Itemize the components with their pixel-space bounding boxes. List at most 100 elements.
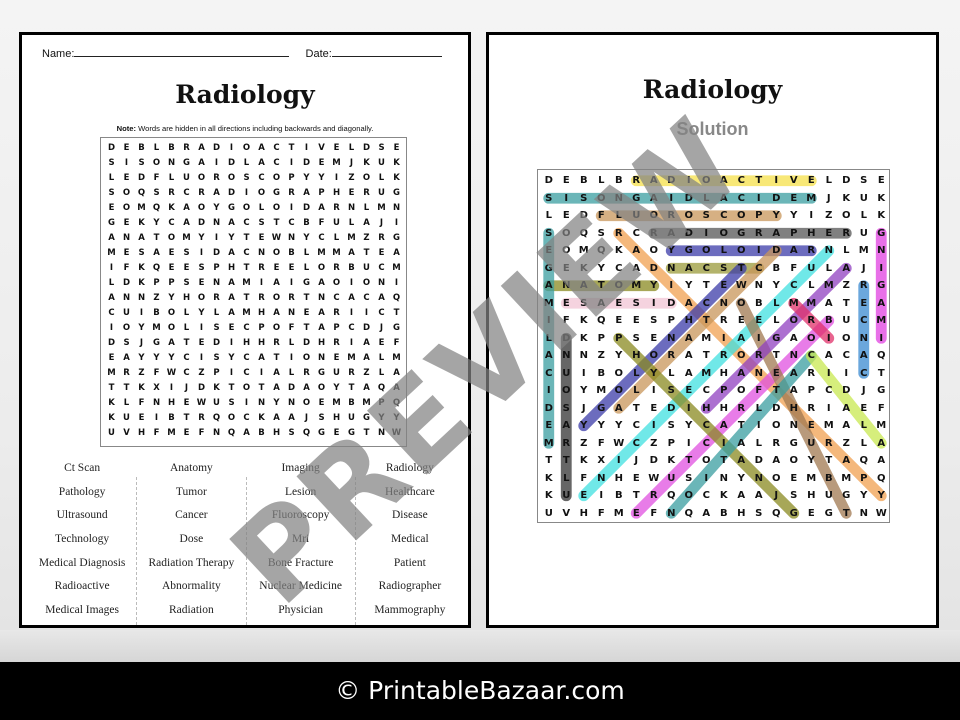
- grid-letter: C: [632, 437, 640, 449]
- grid-letter: J: [774, 490, 779, 501]
- grid-letter: C: [333, 293, 340, 303]
- grid-letter: Y: [198, 308, 205, 318]
- grid-letter: N: [347, 203, 356, 213]
- grid-letter: U: [108, 428, 115, 438]
- grid-letter: Z: [138, 368, 145, 378]
- grid-letter: T: [737, 420, 745, 431]
- grid-letter: G: [877, 280, 886, 291]
- grid-letter: E: [650, 332, 658, 344]
- grid-letter: O: [701, 245, 711, 256]
- grid-letter: O: [122, 188, 131, 198]
- grid-letter: Q: [152, 203, 161, 213]
- grid-letter: O: [272, 173, 281, 183]
- grid-letter: L: [168, 173, 175, 183]
- grid-letter: A: [228, 278, 235, 288]
- word-item: Ct Scan: [64, 462, 101, 474]
- grid-letter: A: [719, 175, 728, 186]
- grid-letter: O: [197, 173, 206, 183]
- grid-letter: M: [317, 248, 326, 258]
- grid-letter: C: [363, 293, 370, 303]
- grid-letter: I: [826, 367, 831, 379]
- grid-letter: A: [859, 350, 868, 361]
- grid-letter: T: [825, 455, 833, 466]
- grid-letter: Y: [597, 262, 605, 274]
- word-item: Medical Diagnosis: [38, 556, 126, 569]
- grid-letter: E: [228, 323, 235, 333]
- grid-letter: Y: [860, 490, 868, 501]
- grid-letter: U: [348, 413, 355, 423]
- grid-letter: R: [333, 308, 340, 318]
- grid-letter: V: [562, 507, 571, 519]
- grid-letter: N: [562, 350, 571, 361]
- grid-letter: A: [183, 218, 190, 228]
- grid-letter: F: [318, 218, 325, 228]
- grid-letter: L: [668, 367, 675, 379]
- grid-letter: A: [198, 143, 205, 153]
- grid-letter: A: [258, 143, 265, 153]
- grid-letter: C: [243, 413, 250, 423]
- grid-letter: G: [824, 507, 833, 519]
- word-item: Bone Fracture: [267, 556, 334, 569]
- grid-letter: Z: [580, 437, 588, 449]
- grid-letter: E: [168, 248, 175, 258]
- grid-letter: A: [123, 353, 130, 363]
- grid-letter: H: [242, 338, 251, 348]
- grid-letter: A: [877, 437, 886, 449]
- grid-letter: Q: [377, 383, 386, 393]
- worksheet-page: Name: Date: Radiology Note: Words are hi…: [19, 32, 471, 628]
- grid-letter: R: [824, 437, 833, 449]
- grid-letter: Y: [138, 353, 145, 363]
- grid-letter: E: [333, 428, 340, 438]
- grid-letter: I: [394, 278, 399, 288]
- grid-letter: R: [258, 263, 265, 273]
- grid-letter: U: [632, 210, 641, 221]
- grid-letter: S: [632, 297, 640, 309]
- grid-letter: F: [580, 472, 588, 484]
- grid-letter: S: [123, 338, 130, 348]
- grid-letter: N: [317, 353, 326, 363]
- grid-letter: Y: [877, 490, 885, 501]
- grid-letter: A: [228, 293, 235, 303]
- grid-letter: A: [772, 455, 781, 466]
- grid-letter: O: [272, 293, 281, 303]
- grid-letter: E: [123, 173, 130, 183]
- grid-letter: L: [825, 262, 832, 274]
- grid-letter: A: [877, 455, 886, 466]
- grid-letter: A: [393, 383, 400, 393]
- grid-letter: A: [824, 297, 833, 309]
- grid-letter: F: [198, 428, 205, 438]
- word-column: Anatomy Tumor Cancer Dose Radiation Therapy A…: [136, 462, 245, 625]
- grid-letter: G: [108, 218, 115, 228]
- grid-letter: T: [562, 455, 570, 466]
- grid-letter: I: [109, 323, 114, 333]
- grid-letter: T: [877, 367, 885, 379]
- grid-letter: J: [184, 383, 189, 393]
- grid-letter: U: [183, 173, 190, 183]
- grid-letter: A: [842, 420, 851, 431]
- grid-letter: Y: [378, 413, 385, 423]
- grid-letter: I: [669, 280, 674, 291]
- grid-letter: L: [213, 308, 220, 318]
- grid-letter: C: [807, 350, 815, 361]
- grid-letter: N: [859, 332, 868, 344]
- grid-letter: Y: [650, 367, 658, 379]
- grid-letter: I: [244, 188, 249, 198]
- grid-letter: T: [842, 297, 850, 309]
- grid-letter: O: [152, 158, 161, 168]
- grid-letter: C: [545, 367, 553, 379]
- grid-letter: A: [684, 332, 693, 344]
- grid-letter: Q: [596, 315, 606, 326]
- grid-letter: I: [651, 297, 656, 309]
- grid-letter: N: [287, 398, 296, 408]
- grid-letter: Q: [876, 472, 886, 484]
- grid-letter: Y: [213, 203, 220, 213]
- grid-letter: T: [123, 383, 130, 393]
- grid-letter: I: [581, 367, 586, 379]
- grid-letter: R: [562, 437, 571, 449]
- grid-letter: L: [773, 297, 780, 309]
- grid-letter: Y: [273, 398, 280, 408]
- grid-letter: L: [808, 280, 815, 291]
- grid-letter: L: [615, 210, 622, 221]
- grid-letter: I: [349, 308, 354, 318]
- grid-letter: D: [754, 455, 763, 466]
